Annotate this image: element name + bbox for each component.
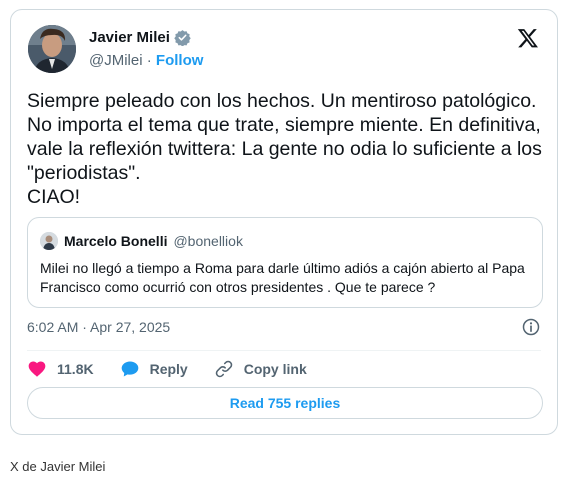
author-handle[interactable]: @JMilei [89,52,143,69]
like-button[interactable]: 11.8K [27,359,94,379]
reply-bubble-icon [120,359,140,379]
author-name[interactable]: Javier Milei [89,29,170,46]
copy-link-button[interactable]: Copy link [214,359,307,379]
quoted-author-avatar [40,232,58,250]
tweet-text: Siempre peleado con los hechos. Un menti… [27,90,542,208]
reply-label: Reply [149,361,188,377]
verified-badge-icon [174,29,191,47]
action-bar: 11.8K Reply Copy link [27,357,333,381]
quoted-author-handle: @bonelliok [173,233,243,249]
divider [27,350,541,351]
author-avatar[interactable] [28,25,76,73]
quoted-tweet[interactable]: Marcelo Bonelli @bonelliok Milei no lleg… [27,217,543,308]
like-count: 11.8K [57,361,94,377]
handle-separator: · [142,52,156,69]
read-replies-button[interactable]: Read 755 replies [27,387,543,419]
tweet-timestamp[interactable]: 6:02 AM · Apr 27, 2025 [27,319,170,335]
info-icon[interactable] [521,317,541,337]
x-logo-icon[interactable] [517,27,539,49]
heart-icon [27,359,47,379]
copy-link-label: Copy link [243,361,307,377]
quoted-tweet-text: Milei no llegó a tiempo a Roma para darl… [40,260,525,295]
follow-button[interactable]: Follow [156,52,204,69]
link-icon [214,359,234,379]
reply-button[interactable]: Reply [120,359,188,379]
tweet-card: Javier Milei @JMilei · Follow Siempre pe… [10,9,558,435]
quoted-author-name: Marcelo Bonelli [64,233,168,249]
image-caption: X de Javier Milei [10,459,106,474]
